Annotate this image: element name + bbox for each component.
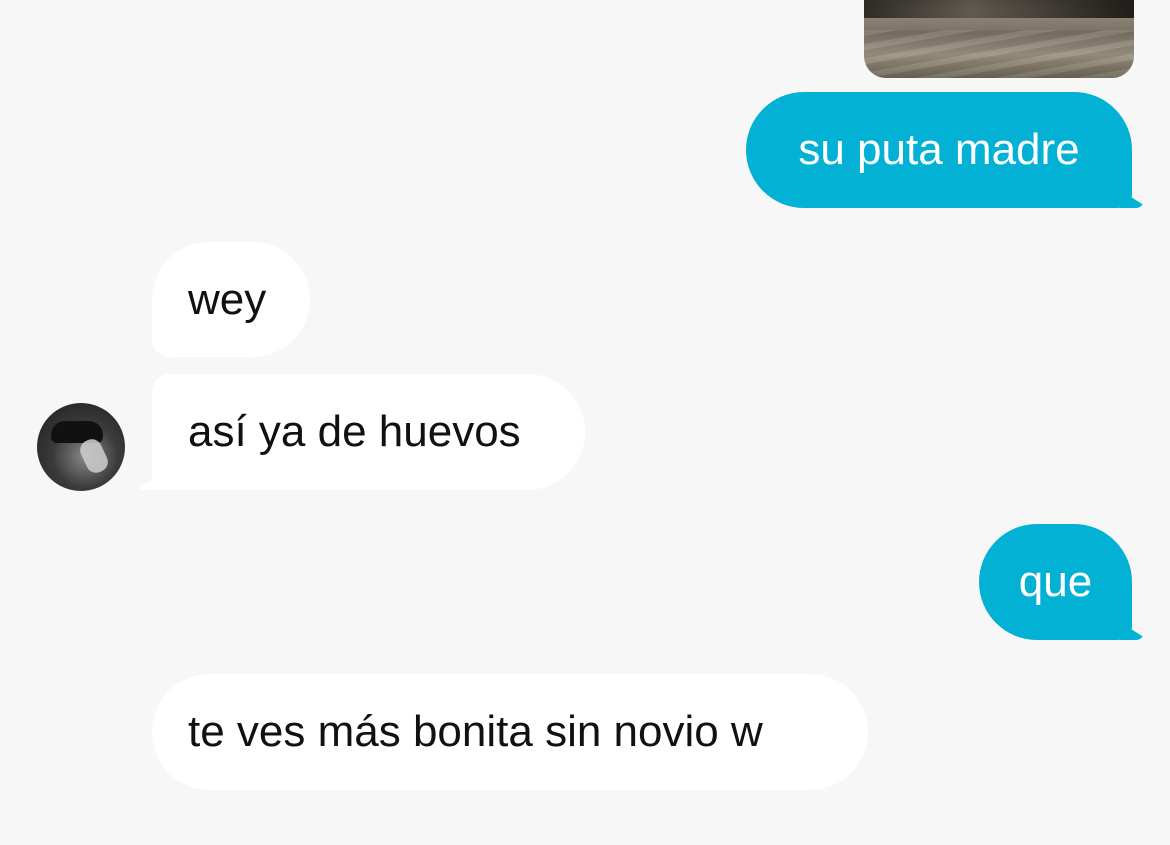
message-text: wey xyxy=(188,274,267,324)
outgoing-message-bubble[interactable]: que xyxy=(979,524,1132,640)
message-text: su puta madre xyxy=(798,125,1080,174)
outgoing-message-bubble[interactable]: su puta madre xyxy=(746,92,1132,208)
contact-avatar[interactable] xyxy=(37,403,125,491)
photo-message-thumbnail[interactable] xyxy=(864,0,1134,78)
chat-thread[interactable]: su puta madre wey así ya de huevos que t… xyxy=(0,0,1170,845)
incoming-message-bubble[interactable]: wey xyxy=(152,242,310,357)
message-text: te ves más bonita sin novio w xyxy=(188,707,763,756)
message-text: así ya de huevos xyxy=(188,407,521,456)
incoming-message-bubble[interactable]: te ves más bonita sin novio w xyxy=(152,674,868,790)
message-text: que xyxy=(1018,557,1093,606)
incoming-message-bubble[interactable]: así ya de huevos xyxy=(152,374,585,490)
